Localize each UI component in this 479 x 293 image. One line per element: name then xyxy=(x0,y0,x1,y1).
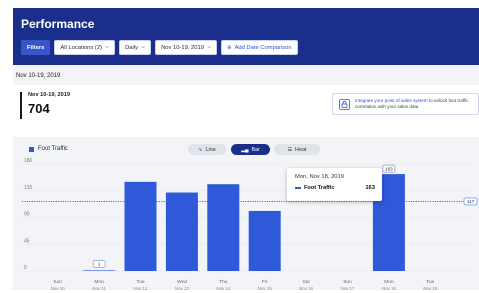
bar[interactable] xyxy=(124,181,157,271)
chart-legend: Foot Traffic xyxy=(29,146,68,152)
tooltip-series-label: Foot Traffic xyxy=(304,185,335,191)
x-tick-date-label: Nov 18 xyxy=(382,286,396,291)
x-tick-day-label: Tue xyxy=(136,279,144,285)
bar-view-toggle[interactable]: ▂▄ Bar xyxy=(231,144,270,155)
y-tick-label: 0 xyxy=(24,265,27,271)
x-tick-date-label: Nov 12 xyxy=(134,286,148,291)
x-tick-date-label: Nov 15 xyxy=(258,286,272,291)
value-label: 163 xyxy=(385,166,393,171)
x-tick-date-label: Nov 17 xyxy=(341,286,355,291)
legend-swatch xyxy=(29,146,34,152)
line-view-label: Line xyxy=(205,146,216,153)
heat-view-label: Heat xyxy=(295,146,307,153)
x-tick-day-label: Mon xyxy=(384,279,394,285)
bar[interactable] xyxy=(165,192,198,271)
bar[interactable] xyxy=(83,270,116,271)
line-view-toggle[interactable]: ∿ Line xyxy=(188,144,226,155)
x-tick-day-label: Sun xyxy=(343,279,352,285)
tooltip-series: Foot Traffic xyxy=(295,185,334,191)
x-tick-day-label: Wed xyxy=(177,279,187,285)
bar-chart-icon: ▂▄ xyxy=(241,146,249,153)
x-tick-day-label: Fri xyxy=(262,279,268,285)
x-tick-date-label: Nov 10 xyxy=(51,286,65,291)
heatmap-icon: ☰ xyxy=(287,146,293,153)
x-tick-day-label: Sat xyxy=(302,279,310,285)
bar[interactable] xyxy=(248,210,281,271)
y-tick-label: 180 xyxy=(24,158,33,164)
bar-view-label: Bar xyxy=(251,146,260,153)
x-tick-date-label: Nov 16 xyxy=(299,286,313,291)
x-tick-day-label: Tue xyxy=(426,279,434,285)
y-tick-label: 45 xyxy=(24,238,30,244)
bar[interactable] xyxy=(207,184,240,271)
y-tick-label: 90 xyxy=(24,212,30,218)
average-label: 117 xyxy=(467,199,475,204)
legend-label: Foot Traffic xyxy=(38,146,68,152)
x-tick-date-label: Nov 19 xyxy=(423,286,437,291)
x-tick-date-label: Nov 11 xyxy=(92,286,106,291)
x-tick-date-label: Nov 14 xyxy=(216,286,230,291)
value-label: 1 xyxy=(98,262,101,267)
heat-view-toggle[interactable]: ☰ Heat xyxy=(274,144,320,155)
line-chart-icon: ∿ xyxy=(198,146,203,153)
y-tick-label: 135 xyxy=(24,185,33,191)
x-tick-day-label: Mon xyxy=(94,279,104,285)
x-tick-day-label: Thu xyxy=(219,279,228,285)
x-tick-day-label: Sun xyxy=(53,279,62,285)
tooltip-value: 163 xyxy=(365,185,375,191)
series-dash xyxy=(295,187,301,189)
chart-tooltip: Mon, Nov 18, 2019 Foot Traffic 163 xyxy=(287,168,382,201)
tooltip-date: Mon, Nov 18, 2019 xyxy=(295,174,344,180)
x-tick-date-label: Nov 13 xyxy=(175,286,189,291)
